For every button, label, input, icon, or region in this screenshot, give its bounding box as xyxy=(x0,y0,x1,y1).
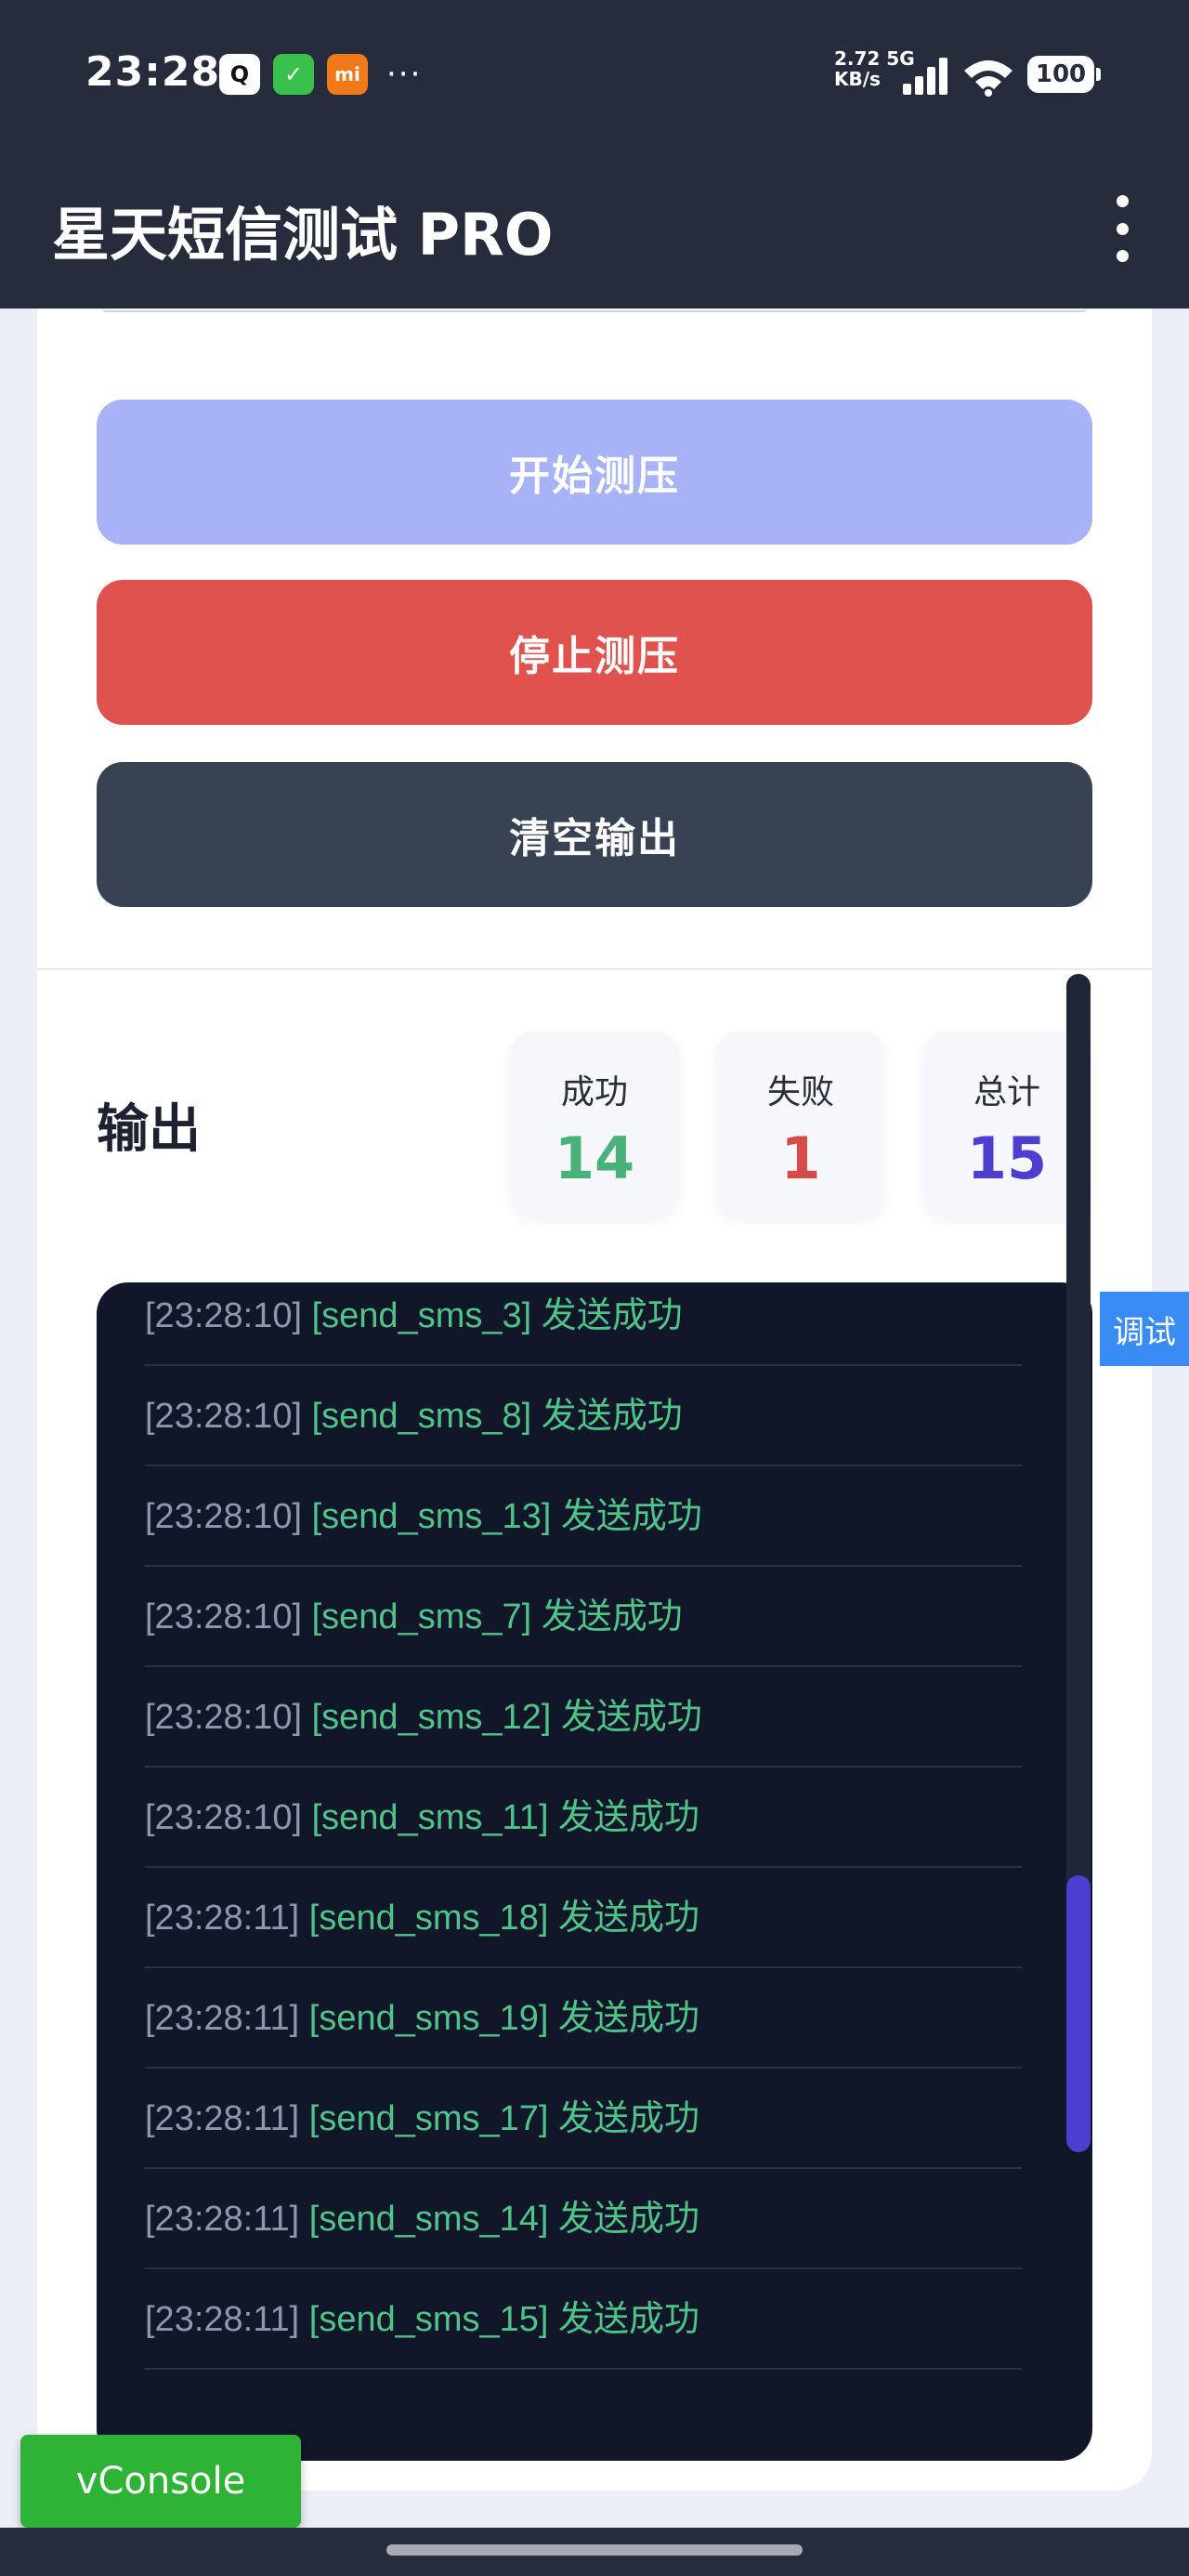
log-line: [23:28:10] [send_sms_3] 发送成功 xyxy=(145,1282,1022,1366)
status-time: 23:28 xyxy=(85,48,221,96)
log-line: [23:28:10] [send_sms_11] 发送成功 xyxy=(145,1768,1022,1868)
overflow-menu-icon[interactable] xyxy=(1105,195,1139,262)
output-title: 输出 xyxy=(97,1099,201,1160)
app-bar: 星天短信测试 PRO xyxy=(0,149,1189,309)
stat-total-label: 总计 xyxy=(973,1073,1040,1111)
log-line: [23:28:10] [send_sms_13] 发送成功 xyxy=(145,1466,1022,1567)
log-line: [23:28:11] [send_sms_19] 发送成功 xyxy=(145,1968,1022,2069)
shield-icon: ✓ xyxy=(273,54,314,95)
stat-success-label: 成功 xyxy=(560,1073,628,1111)
log-line: [23:28:10] [send_sms_12] 发送成功 xyxy=(145,1667,1022,1768)
vconsole-button[interactable]: vConsole xyxy=(20,2435,301,2528)
qq-icon: Q xyxy=(219,54,260,95)
log-line: [23:28:10] [send_sms_7] 发送成功 xyxy=(145,1567,1022,1667)
notification-icons: Q ✓ mi ··· xyxy=(219,54,422,95)
log-line: [23:28:11] [send_sms_14] 发送成功 xyxy=(145,2169,1022,2269)
more-notifications-icon: ··· xyxy=(386,56,423,93)
app-title: 星天短信测试 PRO xyxy=(52,201,554,269)
main-card: 开始测压 停止测压 清空输出 输出 成功 14 失败 1 总计 15 [23:2… xyxy=(37,309,1152,2491)
log-scrollbar-thumb[interactable] xyxy=(1066,1875,1091,2152)
log-line: [23:28:11] [send_sms_18] 发送成功 xyxy=(145,1868,1022,1968)
debug-tab[interactable]: 调试 xyxy=(1100,1292,1189,1366)
start-test-button[interactable]: 开始测压 xyxy=(97,400,1092,545)
mi-icon: mi xyxy=(327,54,368,95)
stat-fail-label: 失败 xyxy=(766,1073,834,1111)
section-divider xyxy=(37,968,1152,970)
stat-success: 成功 14 xyxy=(511,1032,678,1217)
status-bar: 23:28 Q ✓ mi ··· 2.72 5G KB/s 100 xyxy=(0,0,1189,149)
stat-fail-value: 1 xyxy=(780,1124,821,1192)
battery-icon: 100 xyxy=(1027,56,1101,93)
stat-fail: 失败 1 xyxy=(717,1032,884,1217)
log-output-panel[interactable]: [23:28:10] [send_sms_3] 发送成功 [23:28:10] … xyxy=(97,1282,1092,2461)
wifi-icon xyxy=(964,60,1013,97)
log-line: [23:28:11] [send_sms_15] 发送成功 xyxy=(145,2269,1022,2370)
input-field-edge xyxy=(102,309,1087,312)
clear-output-button[interactable]: 清空输出 xyxy=(97,762,1092,907)
cellular-signal-icon xyxy=(903,58,949,95)
stat-total-value: 15 xyxy=(966,1124,1048,1192)
stop-test-button[interactable]: 停止测压 xyxy=(97,580,1092,725)
log-line: [23:28:10] [send_sms_8] 发送成功 xyxy=(145,1366,1022,1466)
stat-total: 总计 15 xyxy=(923,1032,1091,1217)
stat-success-value: 14 xyxy=(554,1124,635,1192)
home-indicator[interactable] xyxy=(386,2544,803,2556)
log-line: [23:28:11] [send_sms_17] 发送成功 xyxy=(145,2069,1022,2169)
